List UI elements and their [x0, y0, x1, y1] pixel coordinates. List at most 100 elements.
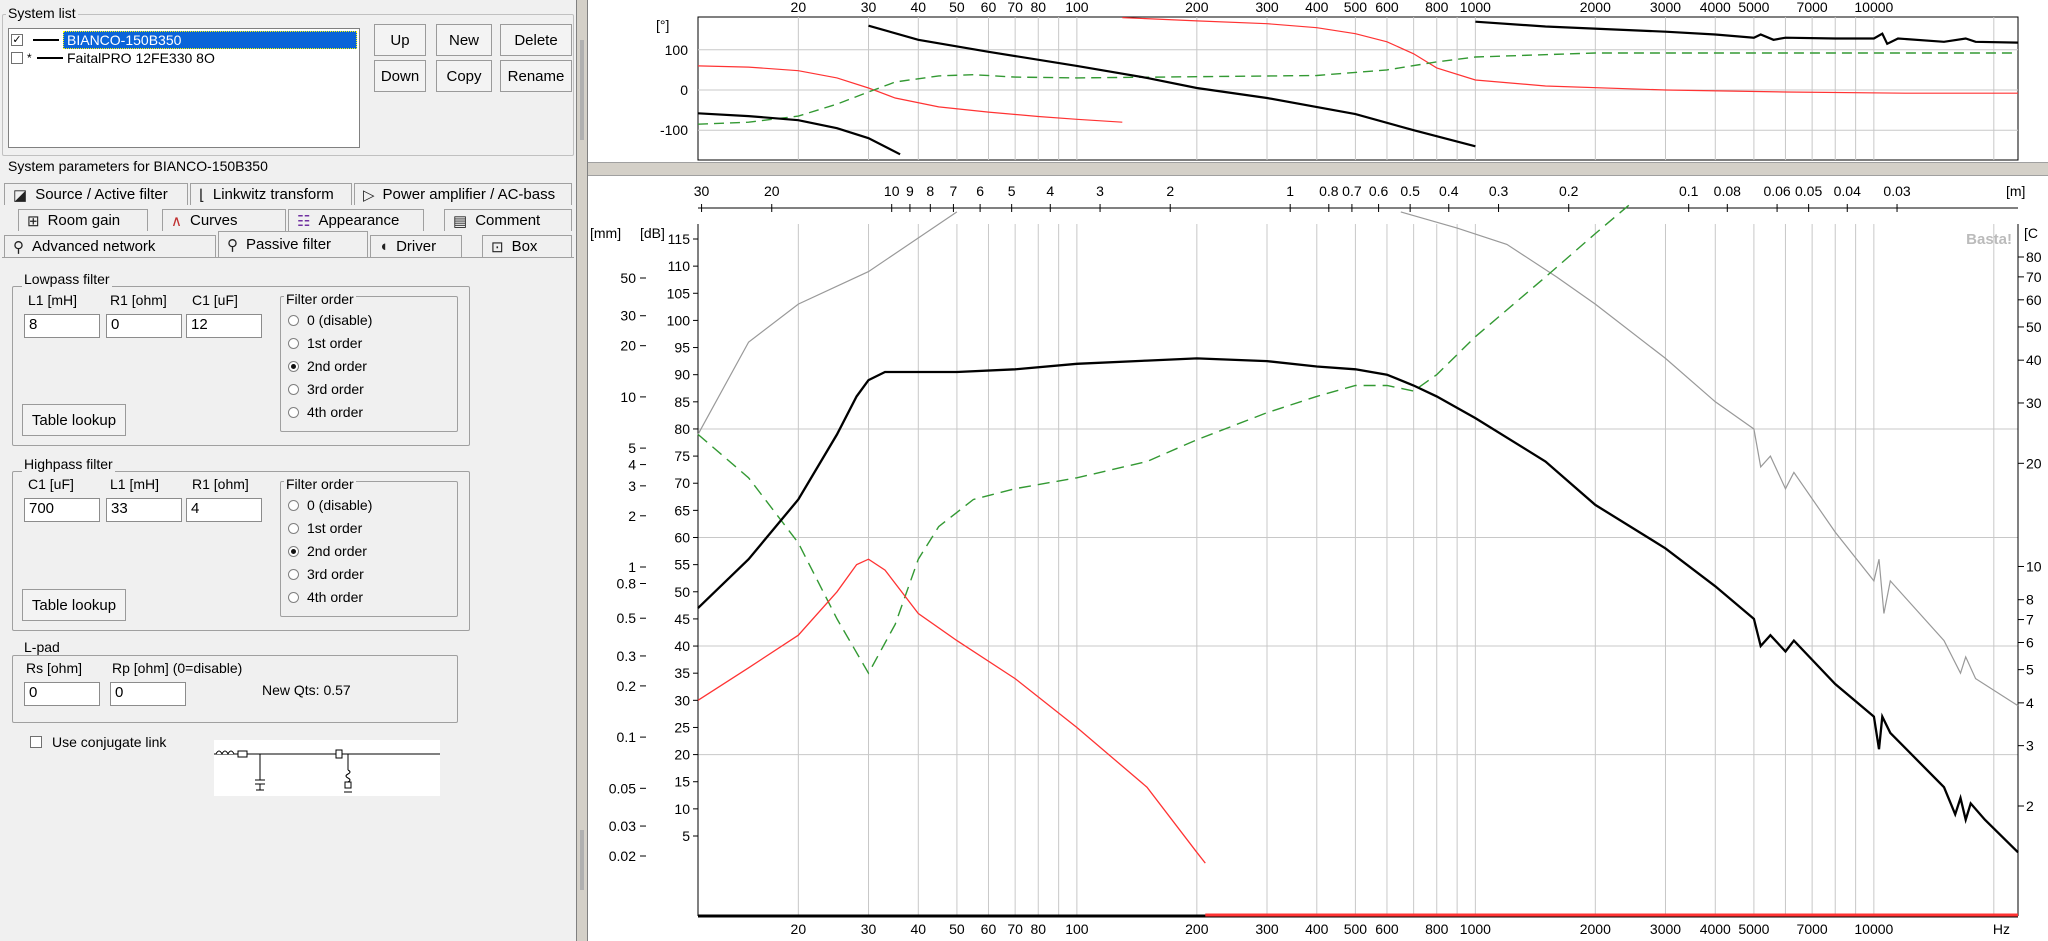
db-tick-label: 45 [674, 611, 690, 627]
right-axis-tick-label: 60 [2026, 292, 2042, 308]
lowpass-table-lookup-button[interactable]: Table lookup [22, 404, 126, 436]
wavelength-tick-label: 0.08 [1714, 183, 1741, 199]
lpad-rs-input[interactable]: 0 [24, 682, 100, 706]
mm-tick-label: 0.05 [609, 780, 636, 796]
tab-curves[interactable]: ∧ Curves [162, 209, 286, 231]
room-gain-icon: ⊞ [27, 212, 40, 230]
freq-tick-label: 50 [949, 921, 965, 937]
freq-tick-label: 70 [1007, 921, 1023, 937]
chart-separator[interactable] [588, 162, 2048, 176]
tab-box[interactable]: ⊡ Box [482, 235, 572, 257]
copy-button[interactable]: Copy [436, 60, 492, 92]
freq-tick-label: 1000 [1460, 921, 1491, 937]
system-listbox[interactable]: ✓ BIANCO-150B350 * FaitalPRO 12FE330 8O [8, 28, 360, 148]
highpass-c1-input[interactable]: 700 [24, 498, 100, 522]
lowpass-order-3-radio[interactable]: 3rd order [288, 381, 364, 397]
db-tick-label: 10 [674, 801, 690, 817]
list-item[interactable]: * FaitalPRO 12FE330 8O [11, 49, 215, 66]
freq-tick-label: 7000 [1797, 0, 1828, 15]
wavelength-tick-label: 0.06 [1763, 183, 1790, 199]
amplifier-icon: ▷ [363, 186, 375, 204]
freq-tick-label: 60 [981, 0, 997, 15]
settings-panel: System list ✓ BIANCO-150B350 * FaitalPRO… [0, 0, 576, 941]
wavelength-tick-label: 0.2 [1559, 183, 1579, 199]
new-button[interactable]: New [436, 24, 492, 56]
right-axis-unit-label: [C [2024, 225, 2038, 241]
tab-comment[interactable]: ▤ Comment [444, 209, 572, 231]
wavelength-tick-label: 0.6 [1369, 183, 1389, 199]
conjugate-link-checkbox[interactable]: Use conjugate link [30, 734, 166, 750]
tab-power-amplifier[interactable]: ▷ Power amplifier / AC-bass [354, 183, 572, 205]
db-tick-label: 15 [674, 774, 690, 790]
system-checkbox[interactable]: ✓ [11, 33, 23, 46]
right-axis-tick-label: 20 [2026, 455, 2042, 471]
rename-button[interactable]: Rename [500, 60, 572, 92]
lowpass-l1-label: L1 [mH] [28, 292, 78, 308]
lowpass-l1-input[interactable]: 8 [24, 314, 100, 338]
highpass-table-lookup-button[interactable]: Table lookup [22, 589, 126, 621]
lowpass-c1-input[interactable]: 12 [186, 314, 262, 338]
wavelength-tick-label: 9 [906, 183, 914, 199]
freq-tick-label: 400 [1305, 921, 1329, 937]
wavelength-tick-label: 0.3 [1489, 183, 1509, 199]
tab-passive-filter[interactable]: ⚲ Passive filter [218, 231, 368, 257]
lpad-rp-input[interactable]: 0 [110, 682, 186, 706]
highpass-order-4-radio[interactable]: 4th order [288, 589, 363, 605]
freq-tick-label: 1000 [1460, 0, 1491, 15]
list-item-label: FaitalPRO 12FE330 8O [67, 49, 215, 66]
highpass-order-1-radio[interactable]: 1st order [288, 520, 362, 536]
lpad-rp-label: Rp [ohm] (0=disable) [112, 660, 243, 676]
lowpass-order-4-radio[interactable]: 4th order [288, 404, 363, 420]
highpass-r1-input[interactable]: 4 [186, 498, 262, 522]
list-item[interactable]: ✓ BIANCO-150B350 [11, 30, 357, 49]
db-tick-label: 50 [674, 584, 690, 600]
watermark-text: Basta! [1966, 231, 2012, 248]
freq-tick-label: 7000 [1797, 921, 1828, 937]
lowpass-c1-label: C1 [uF] [192, 292, 238, 308]
lowpass-order-0-radio[interactable]: 0 (disable) [288, 312, 372, 328]
mm-tick-label: 2 [628, 508, 636, 524]
tab-linkwitz-transform[interactable]: ⌊ Linkwitz transform [190, 183, 352, 205]
freq-tick-label: 10000 [1854, 921, 1893, 937]
tab-source-active-filter[interactable]: ◪ Source / Active filter [4, 183, 188, 205]
tab-label: Comment [475, 212, 541, 229]
lowpass-order-2-radio[interactable]: 2nd order [288, 358, 367, 374]
mm-tick-label: 30 [620, 308, 636, 324]
down-button[interactable]: Down [374, 60, 426, 92]
wavelength-tick-label: 7 [950, 183, 958, 199]
highpass-order-3-radio[interactable]: 3rd order [288, 566, 364, 582]
panel-splitter[interactable] [576, 0, 588, 941]
wavelength-tick-label: 2 [1166, 183, 1174, 199]
tab-advanced-network[interactable]: ⚲ Advanced network [4, 235, 216, 257]
highpass-title: Highpass filter [22, 456, 115, 472]
freq-tick-label: 200 [1185, 921, 1209, 937]
db-tick-label: 110 [668, 258, 691, 274]
tab-driver[interactable]: ◖ Driver [370, 235, 462, 257]
freq-tick-label: 80 [1030, 0, 1046, 15]
right-axis-tick-label: 8 [2026, 592, 2034, 608]
highpass-order-0-radio[interactable]: 0 (disable) [288, 497, 372, 513]
highpass-l1-input[interactable]: 33 [106, 498, 182, 522]
wavelength-tick-label: 4 [1046, 183, 1054, 199]
lowpass-order-1-radio[interactable]: 1st order [288, 335, 362, 351]
db-tick-label: 65 [674, 502, 690, 518]
phase-chart[interactable]: 20 30 40 50 60 70 80 100 200 300 400 500 600 800 1000 2… [588, 0, 2048, 162]
lowpass-r1-input[interactable]: 0 [106, 314, 182, 338]
mm-tick-label: 1 [628, 559, 636, 575]
tab-room-gain[interactable]: ⊞ Room gain [18, 209, 148, 231]
curves-icon: ∧ [171, 212, 182, 230]
highpass-order-2-radio[interactable]: 2nd order [288, 543, 367, 559]
delete-button[interactable]: Delete [500, 24, 572, 56]
tab-appearance[interactable]: ☷ Appearance [288, 209, 424, 231]
db-tick-label: 30 [674, 692, 690, 708]
system-checkbox[interactable] [11, 51, 23, 64]
freq-tick-label: 20 [791, 921, 807, 937]
frequency-response-chart[interactable]: 30 20 10 9 8 7 6 5 4 3 2 1 0.8 0.7 0.6 0.5 0.4 0.3 0.2 0.1 0… [588, 176, 2048, 941]
freq-tick-label: 400 [1305, 0, 1329, 15]
highpass-r1-label: R1 [ohm] [192, 476, 249, 492]
wavelength-unit-label: [m] [2006, 183, 2025, 199]
up-button[interactable]: Up [374, 24, 426, 56]
filter-icon: ⚲ [227, 236, 238, 254]
source-icon: ◪ [13, 186, 28, 204]
tab-label: Curves [189, 212, 238, 229]
